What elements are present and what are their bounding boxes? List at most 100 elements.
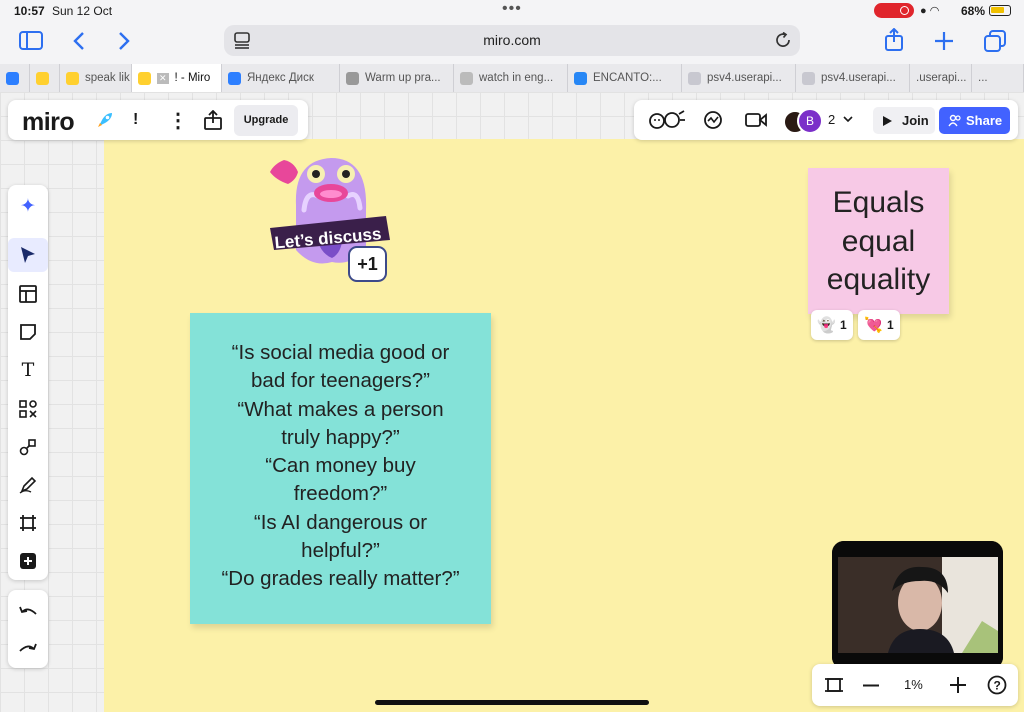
reaction-count: 1 — [840, 318, 847, 332]
participant-video — [832, 541, 1003, 669]
browser-tab[interactable]: ... — [972, 64, 1024, 92]
browser-tab[interactable]: speak lik — [60, 64, 132, 92]
avatar-initial[interactable]: B — [797, 108, 823, 134]
plus-one-badge[interactable]: +1 — [348, 246, 387, 282]
rocket-icon[interactable] — [96, 111, 114, 129]
undo-icon[interactable] — [8, 595, 48, 629]
board-name[interactable]: ! — [133, 111, 138, 129]
sticky-note-line: bad for teenagers?” — [251, 369, 430, 393]
tab-favicon-icon — [802, 71, 815, 85]
tab-label: speak lik — [85, 72, 130, 84]
browser-tab[interactable]: watch in eng... — [454, 64, 568, 92]
sticky-note-line: “Can money buy — [265, 454, 416, 478]
sticky-note-icon[interactable] — [8, 315, 48, 349]
shapes-icon[interactable] — [8, 392, 48, 426]
help-icon[interactable]: ? — [987, 675, 1007, 695]
browser-tab[interactable]: .userapi... — [910, 64, 972, 92]
sticky-note-line: “Is AI dangerous or — [253, 510, 428, 534]
ai-sparkle-icon[interactable]: ✦ — [8, 189, 48, 223]
browser-tab[interactable]: ENCANTO:... — [568, 64, 682, 92]
tab-favicon-icon — [460, 71, 473, 85]
sticky-note-questions[interactable]: “Is social media good or bad for teenager… — [190, 313, 491, 624]
tab-favicon-icon — [228, 71, 241, 85]
tab-label: ENCANTO:... — [593, 72, 662, 84]
status-time: 10:57 — [14, 4, 45, 18]
sticky-note-line: equality — [826, 263, 931, 296]
connector-icon[interactable] — [8, 430, 48, 464]
more-menu-icon[interactable]: ⋮ — [168, 108, 188, 133]
sticky-note-equality[interactable]: Equals equal equality — [808, 168, 949, 314]
share-button[interactable]: Share — [939, 107, 1010, 134]
tab-favicon-icon — [138, 71, 151, 85]
reaction-heart[interactable]: 💘 1 — [858, 310, 900, 340]
sticky-note-line: “What makes a person — [237, 397, 444, 421]
join-label: Join — [902, 113, 929, 128]
templates-icon[interactable] — [8, 277, 48, 311]
select-cursor-icon[interactable] — [8, 238, 48, 272]
tab-favicon-icon — [346, 71, 359, 85]
browser-tab[interactable] — [0, 64, 30, 92]
tab-label: psv4.userapi... — [821, 72, 896, 84]
address-bar[interactable]: miro.com — [224, 25, 800, 56]
play-icon — [883, 116, 892, 126]
tab-label: .userapi... — [916, 72, 967, 84]
export-icon[interactable] — [203, 110, 223, 130]
multitasking-dots-icon[interactable]: ••• — [502, 0, 522, 18]
comments-icon[interactable] — [703, 110, 723, 130]
sidebar-icon[interactable] — [19, 31, 43, 51]
frame-tool-icon[interactable] — [8, 506, 48, 540]
sticky-note-line: freedom?” — [293, 482, 388, 506]
sticky-note-line: helpful?” — [301, 539, 380, 563]
reactions-icon[interactable] — [648, 110, 686, 130]
video-call-icon[interactable] — [745, 112, 767, 128]
screen-record-icon[interactable] — [874, 3, 914, 18]
more-tools-icon[interactable] — [8, 544, 48, 578]
forward-icon[interactable] — [117, 31, 131, 51]
wifi-icon: ● ◠ — [920, 5, 940, 17]
back-icon[interactable] — [72, 31, 86, 51]
miro-logo[interactable]: miro — [22, 108, 75, 137]
svg-text:?: ? — [994, 679, 1001, 693]
new-tab-icon[interactable] — [934, 31, 954, 51]
url-text[interactable]: miro.com — [224, 32, 800, 48]
participant-count[interactable]: 2 — [828, 112, 835, 127]
browser-tab[interactable]: Warm up pra... — [340, 64, 454, 92]
tab-label: ... — [978, 72, 988, 84]
chevron-down-icon[interactable] — [843, 115, 853, 123]
tab-favicon-icon — [574, 71, 587, 85]
sticky-note-line: “Do grades really matter?” — [221, 567, 460, 591]
text-tool-icon[interactable]: T — [8, 353, 48, 387]
tab-label: ! - Miro — [174, 72, 211, 84]
join-button[interactable]: Join — [873, 107, 935, 134]
tab-label: psv4.userapi... — [707, 72, 782, 84]
status-date: Sun 12 Oct — [52, 4, 113, 18]
share-label: Share — [966, 113, 1003, 128]
tab-label: watch in eng... — [479, 72, 554, 84]
share-sheet-icon[interactable] — [884, 28, 904, 52]
browser-tab[interactable]: psv4.userapi... — [682, 64, 796, 92]
status-bar: 10:57 Sun 12 Oct ••• ● ◠ 68% — [0, 0, 1024, 22]
pen-icon[interactable] — [8, 468, 48, 502]
sticky-note-text: “Is social media good or bad for teenager… — [190, 339, 491, 594]
redo-icon[interactable] — [8, 632, 48, 666]
home-indicator[interactable] — [375, 700, 649, 705]
fit-to-screen-icon[interactable] — [824, 675, 844, 695]
video-call-preview[interactable] — [832, 541, 1003, 669]
browser-tab[interactable]: psv4.userapi... — [796, 64, 910, 92]
close-tab-icon[interactable]: ✕ — [157, 72, 169, 84]
browser-tab[interactable] — [30, 64, 60, 92]
browser-tab[interactable]: ✕ ! - Miro — [132, 64, 222, 92]
zoom-level[interactable]: 1% — [904, 677, 923, 692]
reaction-ghost[interactable]: 👻 1 — [811, 310, 853, 340]
upgrade-button[interactable]: Upgrade — [234, 105, 298, 136]
battery-icon — [989, 5, 1011, 16]
zoom-out-icon[interactable] — [863, 684, 879, 687]
browser-tab[interactable]: Яндекс Диск — [222, 64, 340, 92]
heart-arrow-icon: 💘 — [864, 317, 883, 334]
tabs-overview-icon[interactable] — [984, 30, 1006, 52]
reload-icon[interactable] — [776, 32, 792, 49]
sticky-note-text: Equals equal equality — [808, 184, 949, 300]
ghost-icon: 👻 — [817, 317, 836, 334]
zoom-in-icon[interactable] — [950, 677, 966, 693]
battery-percent: 68% — [961, 4, 986, 18]
